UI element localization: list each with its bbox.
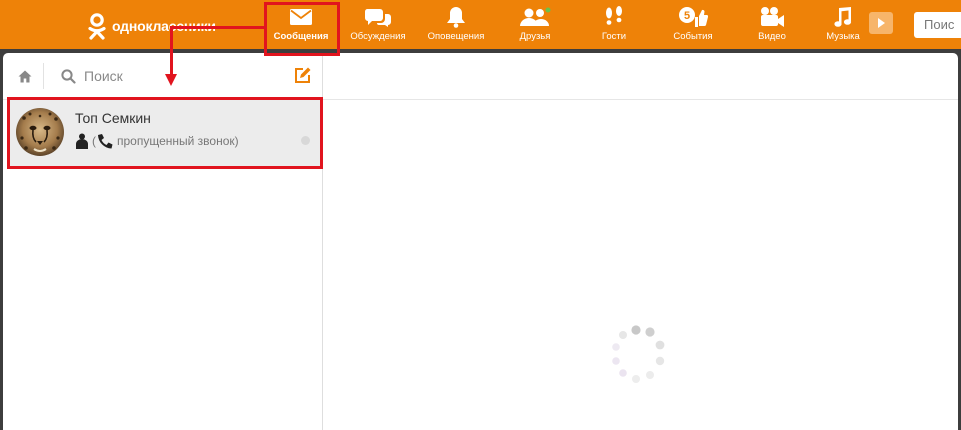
nav-messages-label: Сообщения: [273, 31, 329, 42]
music-note-icon: [811, 6, 875, 28]
nav-friends[interactable]: Друзья: [503, 6, 567, 46]
conversation-pane: [323, 53, 958, 430]
nav-messages[interactable]: Сообщения: [269, 6, 333, 46]
events-icon: 5: [661, 6, 725, 28]
arrow-head-icon: [165, 74, 177, 86]
nav-video[interactable]: Видео: [740, 6, 804, 46]
chat-last-message: ( пропущенный звонок): [75, 133, 239, 149]
search-icon[interactable]: [61, 69, 76, 84]
nav-music-label: Музыка: [826, 31, 860, 42]
nav-notifications-label: Оповещения: [427, 31, 485, 42]
read-status-dot: [301, 136, 310, 145]
play-icon: [878, 18, 885, 28]
nav-notifications[interactable]: Оповещения: [424, 6, 488, 46]
loading-spinner: [612, 325, 665, 383]
chat-contact-name: Топ Семкин: [75, 110, 151, 126]
top-search-input[interactable]: Поис: [914, 12, 961, 38]
phone-icon: [98, 134, 113, 149]
chat-search-input[interactable]: Поиск: [84, 68, 123, 84]
messages-panel: Поиск Топ Семкин (пропущенный звонок): [3, 53, 958, 430]
nav-guests-label: Гости: [601, 31, 627, 42]
missed-call-text: пропущенный звонок): [117, 134, 239, 148]
footprints-icon: [582, 6, 646, 28]
compose-icon[interactable]: [294, 67, 311, 84]
ok-logo-icon: [88, 13, 106, 40]
chat-list-header: Поиск: [3, 53, 322, 100]
arrow-shaft: [170, 26, 173, 76]
cheetah-avatar-image: [16, 108, 64, 156]
bell-icon: [424, 6, 488, 28]
speech-bubbles-icon: [346, 6, 410, 28]
header-divider: [43, 63, 44, 89]
nav-video-label: Видео: [758, 31, 786, 42]
nav-friends-label: Друзья: [519, 31, 551, 42]
conversation-header: [323, 53, 958, 100]
nav-discussions-label: Обсуждения: [350, 31, 406, 42]
video-camera-icon: [740, 6, 804, 28]
events-badge: 5: [684, 10, 690, 22]
chat-list-column: Поиск Топ Семкин (пропущенный звонок): [3, 53, 323, 430]
music-play-button[interactable]: [869, 12, 893, 34]
chat-list-item[interactable]: Топ Семкин ( пропущенный звонок): [7, 98, 323, 166]
avatar: [16, 108, 64, 156]
person-icon: [76, 133, 88, 149]
nav-discussions[interactable]: Обсуждения: [346, 6, 410, 46]
people-icon: [503, 6, 567, 28]
top-navigation-bar: одноклассники Сообщения Обсуждения Опове…: [0, 0, 961, 49]
nav-guests[interactable]: Гости: [582, 6, 646, 46]
nav-events[interactable]: 5 События: [661, 6, 725, 46]
envelope-icon: [269, 6, 333, 28]
arrow-connector: [171, 26, 267, 29]
home-icon[interactable]: [18, 70, 32, 83]
nav-music[interactable]: Музыка: [811, 6, 875, 46]
nav-events-label: События: [673, 31, 713, 42]
